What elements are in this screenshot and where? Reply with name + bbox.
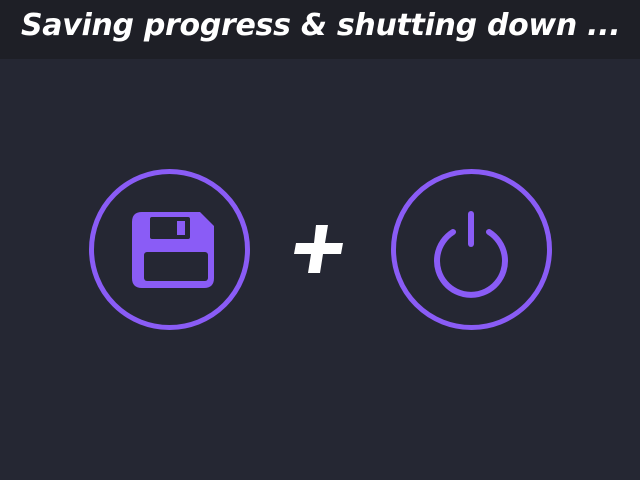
title-bar: Saving progress & shutting down ... [0, 0, 640, 59]
shutdown-screen: Saving progress & shutting down ... [0, 0, 640, 480]
status-title: Saving progress & shutting down ... [21, 8, 621, 43]
power-icon-circle [391, 169, 552, 330]
power-icon [434, 211, 508, 298]
plus-icon [294, 225, 343, 273]
floppy-disk-icon [132, 212, 214, 288]
save-icon-circle [89, 169, 250, 330]
